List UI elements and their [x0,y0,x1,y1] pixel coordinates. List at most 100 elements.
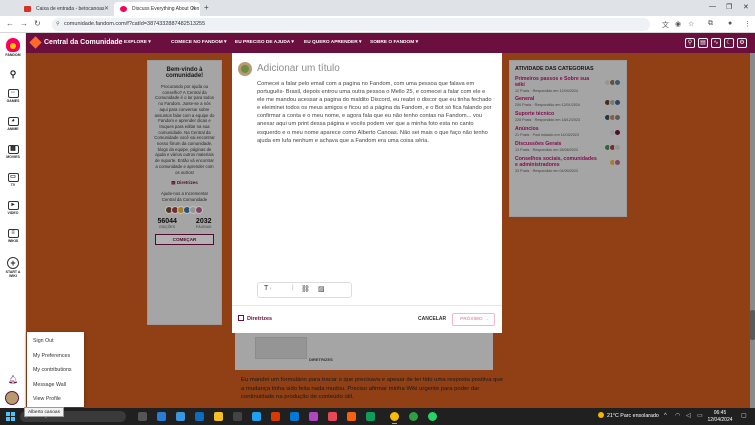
wikis-icon: ≡ [7,229,19,238]
page-scrollbar[interactable] [750,53,755,408]
post-title-input[interactable]: Adicionar um título [257,63,487,74]
book-icon[interactable]: ▤ [698,38,708,48]
community-title[interactable]: Central da Comunidade [44,33,123,53]
moon-icon[interactable]: ☾ [724,38,734,48]
cancel-button[interactable]: CANCELAR [418,316,446,322]
rail-item-start-wiki[interactable]: + START A WIKI [0,257,26,278]
app-icon[interactable] [366,412,375,421]
play-icon: ▸ [7,201,19,210]
app-icon[interactable] [347,412,356,421]
rail-label: WIKIS [7,239,19,243]
bookmark-star-icon[interactable]: ☆ [688,20,694,28]
nav-ajuda[interactable]: EU PRECISO DE AJUDA ▾ [235,33,294,53]
windows-start-icon[interactable] [6,412,15,421]
rail-item-movies[interactable]: ▦ MOVIES [0,145,26,159]
eye-icon[interactable]: ◉ [675,20,681,28]
nav-sobre[interactable]: SOBRE O FANDOM ▾ [370,33,418,53]
author-avatar [238,62,252,76]
sun-icon [598,412,604,418]
rail-label: TV [10,183,16,187]
menu-contributions[interactable]: My contributions [27,366,84,381]
user-avatar[interactable] [5,391,19,405]
edge-icon[interactable] [252,412,261,421]
app-icon[interactable] [309,412,318,421]
extensions-icon[interactable]: ⧉ [708,20,713,28]
minimize-icon[interactable]: — [709,3,716,10]
back-icon[interactable]: ← [6,19,14,28]
editor-toolbar: T › | ⛓ ▨ [257,282,352,298]
rail-item-wikis[interactable]: ≡ WIKIS [0,229,26,243]
image-icon[interactable]: ▨ [318,285,325,293]
scrollbar-thumb[interactable] [750,310,755,340]
forward-icon[interactable]: → [20,19,28,28]
settings-icon[interactable]: ⚙ [737,38,747,48]
chrome-icon[interactable] [390,412,399,424]
whatsapp-icon[interactable] [428,412,437,421]
fandom-favicon-icon [120,6,127,12]
app-icon[interactable] [157,412,166,421]
search-icon[interactable]: ⚲ [685,38,695,48]
address-bar: ← → ↻ ⚲ comunidade.fandom.com/f?catId=38… [0,16,755,33]
modal-guidelines-link[interactable]: Diretrizes [238,315,272,322]
url-input[interactable]: ⚲ comunidade.fandom.com/f?catId=38743328… [52,18,650,31]
nav-comece[interactable]: COMECE NO FANDOM ▾ [171,33,226,53]
gmail-icon [24,6,31,12]
app-icon[interactable] [328,412,337,421]
rail-item-tv[interactable]: ▭ TV [0,173,26,187]
taskbar-clock[interactable]: 06:45 12/04/2024 [705,410,735,423]
nav-aprender[interactable]: EU QUERO APRENDER ▾ [304,33,361,53]
app-icon[interactable] [409,412,418,421]
notifications-bell-icon[interactable]: 🔔︎ [8,375,18,384]
task-view-icon[interactable] [138,412,147,421]
browser-tab-bar: Caixa de entrada - betocanoas ✕ Discuss … [0,0,755,16]
close-tab-icon[interactable]: ✕ [104,2,109,16]
url-text: comunidade.fandom.com/f?catId=3874332887… [64,21,206,27]
rail-item-games[interactable]: ◦◦ GAMES [0,89,26,103]
activity-icon[interactable]: ∿ [711,38,721,48]
wifi-icon[interactable]: ◠ [675,408,680,425]
browser-tab-fandom[interactable]: Discuss Everything About Cen ✕ [114,2,200,16]
browser-tab-gmail[interactable]: Caixa de entrada - betocanoas ✕ [18,2,113,16]
menu-sign-out[interactable]: Sign Out [27,337,84,352]
nav-explore[interactable]: EXPLORE ▾ [124,33,151,53]
community-header: Central da Comunidade EXPLORE ▾ COMECE N… [26,33,755,53]
rail-label: GAMES [6,99,20,103]
notifications-icon[interactable]: ▢ [741,408,747,425]
link-icon[interactable]: ⛓ [301,285,310,293]
divider-icon: | [292,285,294,291]
rail-item-video[interactable]: ▸ VIDEO [0,201,26,215]
menu-dots-icon[interactable]: ⋮ [744,20,751,28]
next-button[interactable]: PRÓXIMO → [452,313,495,326]
user-tooltip: Alberto canoas [24,407,64,417]
battery-icon[interactable]: ▭ [697,408,703,425]
rail-item-anime[interactable]: ◕ ANIME [0,117,26,131]
translate-icon[interactable]: 文 [662,20,669,30]
close-window-icon[interactable]: ✕ [743,3,749,11]
app-icon[interactable] [233,412,242,421]
app-icon[interactable] [271,412,280,421]
close-tab-icon[interactable]: ✕ [191,2,196,16]
weather-widget[interactable]: 21°C Parc ensolarado [598,408,659,425]
fandom-global-nav: FANDOM ⚲ ◦◦ GAMES ◕ ANIME ▦ MOVIES ▭ TV … [0,33,26,408]
film-icon: ▦ [7,145,19,154]
app-icon[interactable] [290,412,299,421]
reload-icon[interactable]: ↻ [34,19,41,28]
app-icon[interactable] [176,412,185,421]
plus-icon: + [7,257,19,269]
rail-item-fandom[interactable]: FANDOM [0,35,26,57]
menu-preferences[interactable]: My Preferences [27,352,84,367]
maximize-icon[interactable]: ❐ [726,3,732,11]
post-body-editor[interactable]: Comecei a falar pelo email com a pagina … [257,80,492,145]
volume-icon[interactable]: ◁ [686,408,691,425]
file-explorer-icon[interactable] [214,412,223,421]
new-tab-icon[interactable]: + [204,3,209,12]
rail-label: VIDEO [7,211,19,215]
site-info-icon[interactable]: ⚲ [56,18,60,31]
user-menu: Sign Out My Preferences My contributions… [27,332,84,407]
menu-message-wall[interactable]: Message Wall [27,381,84,396]
search-icon[interactable]: ⚲ [0,69,26,80]
profile-avatar-icon[interactable]: ● [728,20,732,27]
text-format-icon[interactable]: T › [264,285,271,292]
tray-chevron-icon[interactable]: ^ [664,408,667,425]
outlook-icon[interactable] [195,412,204,421]
